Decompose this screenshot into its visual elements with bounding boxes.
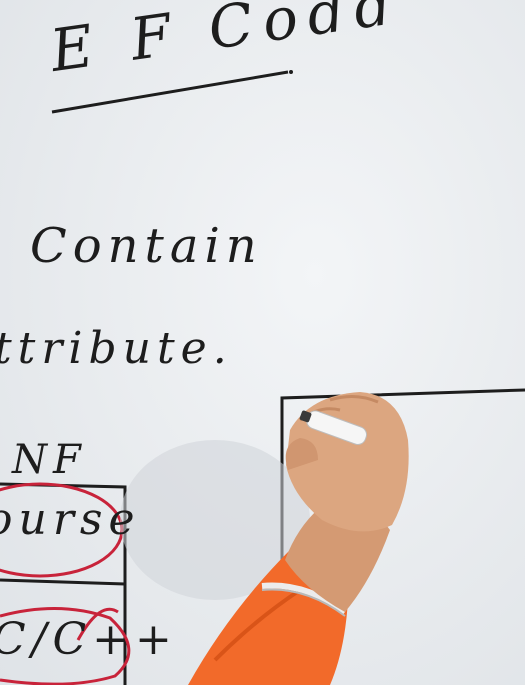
whiteboard: E F Codd Contain ttribute. NF ourse C/C+…: [0, 0, 525, 685]
ink-dot: [289, 70, 293, 74]
handwritten-nf: NF: [12, 437, 87, 483]
left-table-divider: [0, 578, 126, 586]
handwritten-attribute: ttribute.: [0, 323, 233, 374]
handwritten-contain: Contain: [30, 218, 263, 274]
handwritten-cpp: C/C++: [0, 614, 178, 665]
handwritten-course: ourse: [0, 494, 141, 545]
